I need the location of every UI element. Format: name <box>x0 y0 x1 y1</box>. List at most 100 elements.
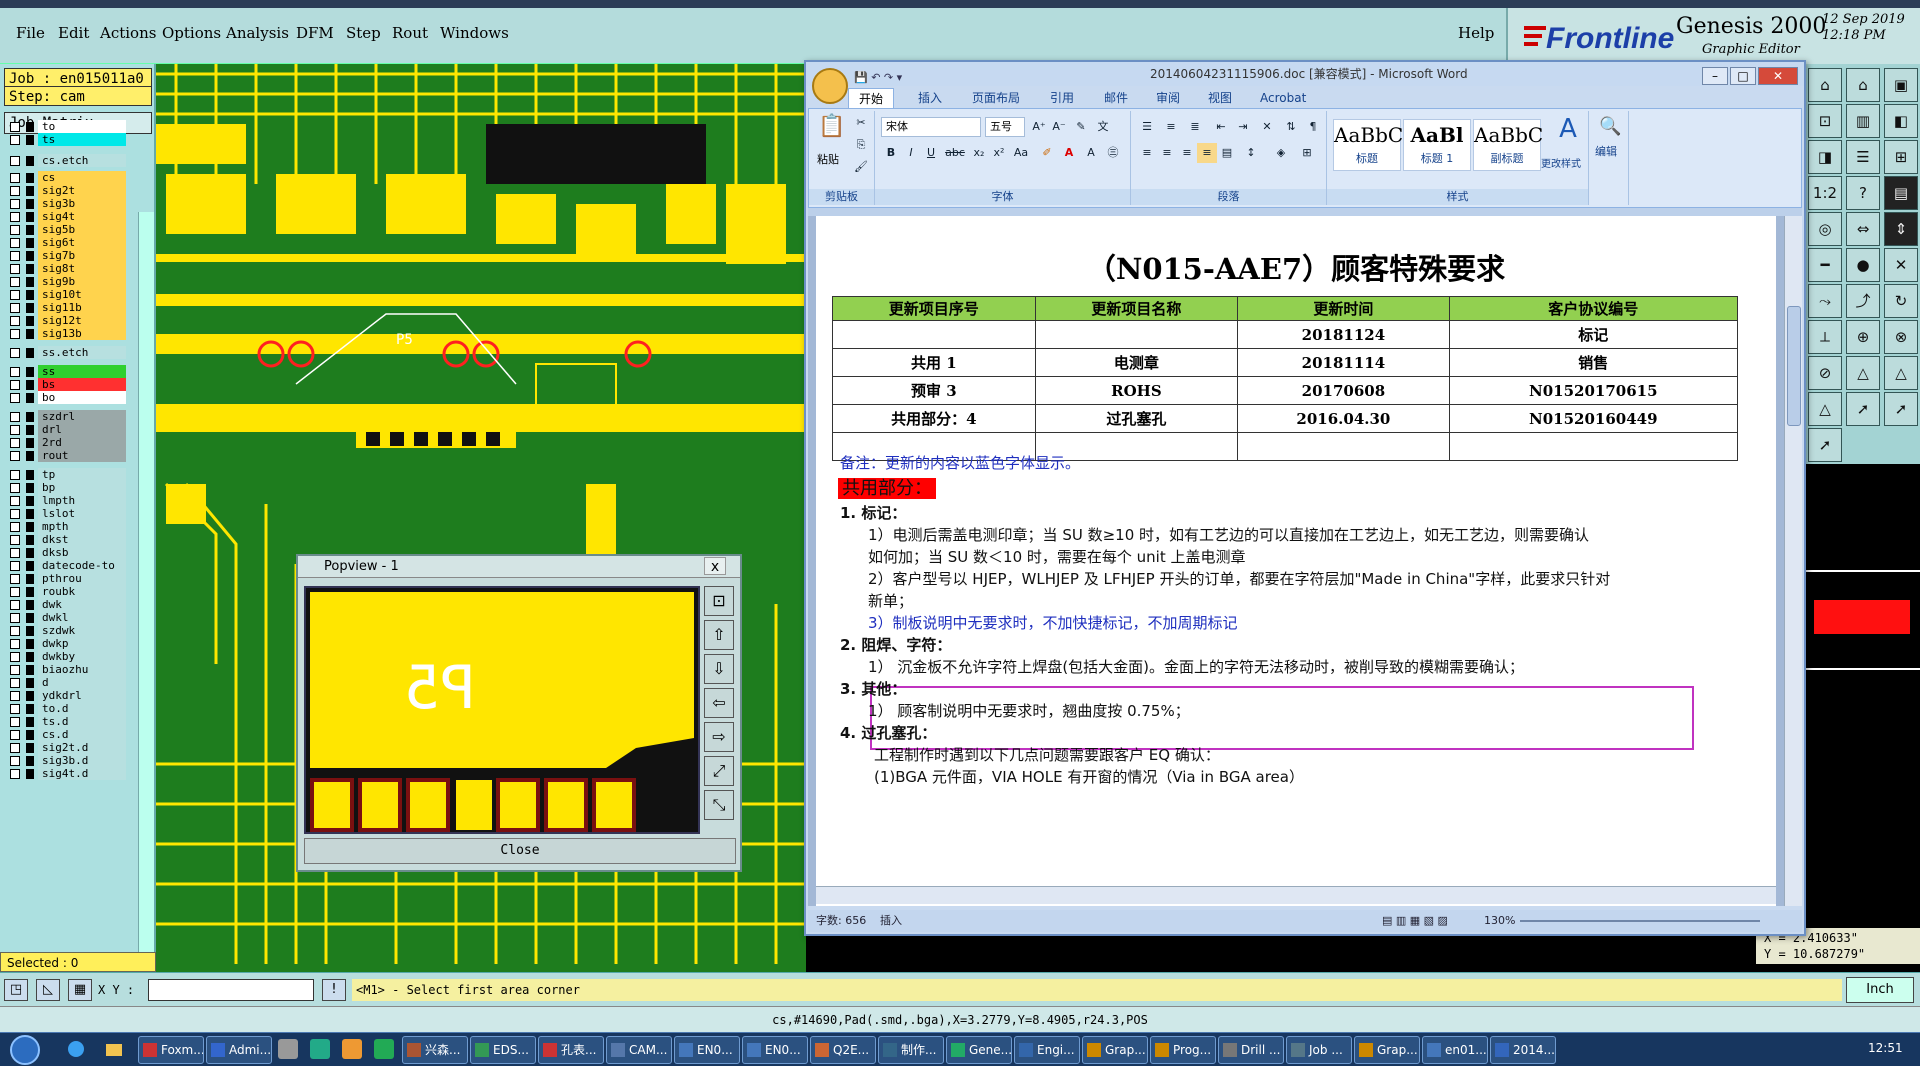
layer-row-cs[interactable]: cs <box>6 171 126 184</box>
taskbar-item[interactable]: Q2E... <box>810 1036 876 1064</box>
layer-checkbox[interactable] <box>10 316 20 326</box>
superscript-icon[interactable]: x² <box>989 143 1009 163</box>
taskbar-item[interactable]: 孔表... <box>538 1036 604 1064</box>
tool-button-icon[interactable]: ⊕ <box>1846 320 1880 354</box>
layer-row-sig3b-d[interactable]: sig3b.d <box>6 754 126 767</box>
popview-close-icon[interactable]: x <box>704 557 726 575</box>
pan-down-icon[interactable]: ⇩ <box>704 654 734 684</box>
taskbar-item[interactable]: Gene... <box>946 1036 1012 1064</box>
increase-indent-icon[interactable]: ⇥ <box>1233 117 1253 137</box>
layer-checkbox[interactable] <box>10 238 20 248</box>
menu-dfm[interactable]: DFM <box>296 24 334 42</box>
layer-row-datecode-to[interactable]: datecode-to <box>6 559 126 572</box>
layer-row-dwkby[interactable]: dwkby <box>6 650 126 663</box>
taskbar-item[interactable]: EN0... <box>742 1036 808 1064</box>
taskbar-item[interactable]: Grap... <box>1354 1036 1420 1064</box>
char-shading-icon[interactable]: A <box>1081 143 1101 163</box>
sort-icon[interactable]: ⇅ <box>1281 117 1301 137</box>
info-icon[interactable]: ! <box>322 979 346 1001</box>
tab-mailings[interactable]: 邮件 <box>1104 88 1128 108</box>
layer-checkbox[interactable] <box>10 225 20 235</box>
layer-checkbox[interactable] <box>10 122 20 132</box>
style-title[interactable]: AaBbC 标题 <box>1333 119 1403 171</box>
tool-button-icon[interactable]: ➚ <box>1846 392 1880 426</box>
word-titlebar[interactable]: 💾 ↶ ↷ ▾ 20140604231115906.doc [兼容模式] - M… <box>806 62 1804 86</box>
tool-button-icon[interactable]: ➚ <box>1884 392 1918 426</box>
change-styles-label[interactable]: 更改样式 <box>1541 155 1581 170</box>
layer-checkbox[interactable] <box>10 522 20 532</box>
find-icon[interactable]: 🔍 <box>1599 117 1621 137</box>
taskbar-clock[interactable]: 12:51 <box>1868 1041 1903 1055</box>
layer-row-ss[interactable]: ss <box>6 365 126 378</box>
highlight-icon[interactable]: ✐ <box>1037 143 1057 163</box>
layer-checkbox[interactable] <box>10 548 20 558</box>
taskbar-item[interactable]: EN0... <box>674 1036 740 1064</box>
menu-step[interactable]: Step <box>346 24 381 42</box>
layer-checkbox[interactable] <box>10 290 20 300</box>
tool-button-icon[interactable]: ? <box>1846 176 1880 210</box>
layer-row-lmpth[interactable]: lmpth <box>6 494 126 507</box>
tool-button-icon[interactable]: ◎ <box>1808 212 1842 246</box>
menu-help[interactable]: Help <box>1458 24 1494 42</box>
menu-options[interactable]: Options <box>162 24 221 42</box>
tool-button-icon[interactable]: ⊞ <box>1884 140 1918 174</box>
layer-checkbox[interactable] <box>10 587 20 597</box>
layer-checkbox[interactable] <box>10 769 20 779</box>
layer-row-cs-d[interactable]: cs.d <box>6 728 126 741</box>
tool-button-icon[interactable]: ⤳ <box>1808 284 1842 318</box>
menu-rout[interactable]: Rout <box>392 24 428 42</box>
layer-row-to[interactable]: to <box>6 120 126 133</box>
font-color-icon[interactable]: A <box>1059 143 1079 163</box>
zoom-out-icon[interactable]: ⤡ <box>704 790 734 820</box>
layer-checkbox[interactable] <box>10 717 20 727</box>
menu-file[interactable]: File <box>16 24 45 42</box>
layer-checkbox[interactable] <box>10 600 20 610</box>
layer-row-dwk[interactable]: dwk <box>6 598 126 611</box>
tool-button-icon[interactable]: ⊡ <box>1808 104 1842 138</box>
tool-button-icon[interactable]: ↻ <box>1884 284 1918 318</box>
tool-button-icon[interactable]: ⊗ <box>1884 320 1918 354</box>
layer-row-szdrl[interactable]: szdrl <box>6 410 126 423</box>
office-button[interactable] <box>812 68 848 104</box>
vertical-scrollbar[interactable] <box>1784 216 1802 906</box>
format-painter-icon[interactable]: 🖌 <box>851 157 871 177</box>
menu-windows[interactable]: Windows <box>440 24 509 42</box>
word-count[interactable]: 字数: 656 <box>816 910 866 932</box>
maximize-icon[interactable]: □ <box>1730 67 1756 85</box>
taskbar-app-icon[interactable] <box>342 1039 362 1059</box>
copy-icon[interactable]: ⎘ <box>851 135 871 155</box>
taskbar-app-icon[interactable] <box>278 1039 298 1059</box>
tool-button-icon[interactable]: ⌂ <box>1808 68 1842 102</box>
layer-row-tp[interactable]: tp <box>6 468 126 481</box>
tool-button-icon[interactable]: ⌂ <box>1846 68 1880 102</box>
layer-row-sig13b[interactable]: sig13b <box>6 327 126 340</box>
taskbar-app-icon[interactable] <box>374 1039 394 1059</box>
layer-row-cs-etch[interactable]: cs.etch <box>6 154 126 167</box>
strikethrough-icon[interactable]: abc <box>945 143 965 163</box>
layer-row-sig10t[interactable]: sig10t <box>6 288 126 301</box>
taskbar-item[interactable]: 兴森... <box>402 1036 468 1064</box>
layer-checkbox[interactable] <box>10 678 20 688</box>
taskbar-item[interactable]: CAM... <box>606 1036 672 1064</box>
bold-icon[interactable]: B <box>881 143 901 163</box>
layer-row-sig7b[interactable]: sig7b <box>6 249 126 262</box>
layer-scrollbar[interactable] <box>138 212 154 1008</box>
taskbar-item[interactable]: Grap... <box>1082 1036 1148 1064</box>
layer-row-dkst[interactable]: dkst <box>6 533 126 546</box>
style-subtitle[interactable]: AaBbC 副标题 <box>1473 119 1543 171</box>
bullets-icon[interactable]: ☰ <box>1137 117 1157 137</box>
decrease-indent-icon[interactable]: ⇤ <box>1211 117 1231 137</box>
menu-analysis[interactable]: Analysis <box>226 24 289 42</box>
tool-button-icon[interactable]: ⟂ <box>1808 320 1842 354</box>
layer-checkbox[interactable] <box>10 704 20 714</box>
zoom-slider[interactable] <box>1520 920 1760 922</box>
layer-checkbox[interactable] <box>10 329 20 339</box>
pan-up-icon[interactable]: ⇧ <box>704 620 734 650</box>
document-page[interactable]: （N015-AAE7）顾客特殊要求 更新项目序号 更新项目名称 更新时间 客户协… <box>816 216 1776 906</box>
quick-access-toolbar[interactable]: 💾 ↶ ↷ ▾ <box>854 66 934 84</box>
tool-button-icon[interactable]: ⤴ <box>1846 284 1880 318</box>
tool-button-icon[interactable]: ⇕ <box>1884 212 1918 246</box>
popview-canvas[interactable]: P5 <box>304 586 700 834</box>
layer-row-rout[interactable]: rout <box>6 449 126 462</box>
taskbar-item[interactable]: Job ... <box>1286 1036 1352 1064</box>
